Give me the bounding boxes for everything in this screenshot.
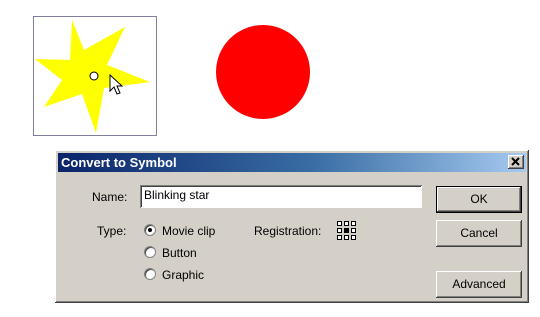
registration-label: Registration: [254,224,322,238]
registration-grid-icon[interactable] [337,221,357,241]
name-input[interactable]: Blinking star [140,185,422,208]
name-label: Name: [92,190,128,204]
stage-canvas [0,0,540,140]
red-circle[interactable] [216,25,310,119]
stage-svg [33,16,310,136]
close-icon [511,157,520,166]
type-label: Type: [97,224,127,238]
cancel-button[interactable]: Cancel [436,220,522,247]
radio-button-label[interactable]: Button [162,246,197,260]
advanced-button[interactable]: Advanced [436,271,522,298]
ok-button[interactable]: OK [436,186,522,213]
radio-button[interactable] [144,246,156,258]
radio-graphic[interactable] [144,268,156,280]
dialog-titlebar[interactable]: Convert to Symbol [58,153,526,172]
radio-movie-clip-label[interactable]: Movie clip [162,224,215,238]
dialog-title: Convert to Symbol [61,155,177,170]
convert-to-symbol-dialog: Convert to Symbol Name: Blinking star Ty… [55,150,529,303]
registration-point-icon [89,71,99,81]
radio-movie-clip[interactable] [144,224,156,236]
close-button[interactable] [508,155,524,169]
radio-graphic-label[interactable]: Graphic [162,268,204,282]
